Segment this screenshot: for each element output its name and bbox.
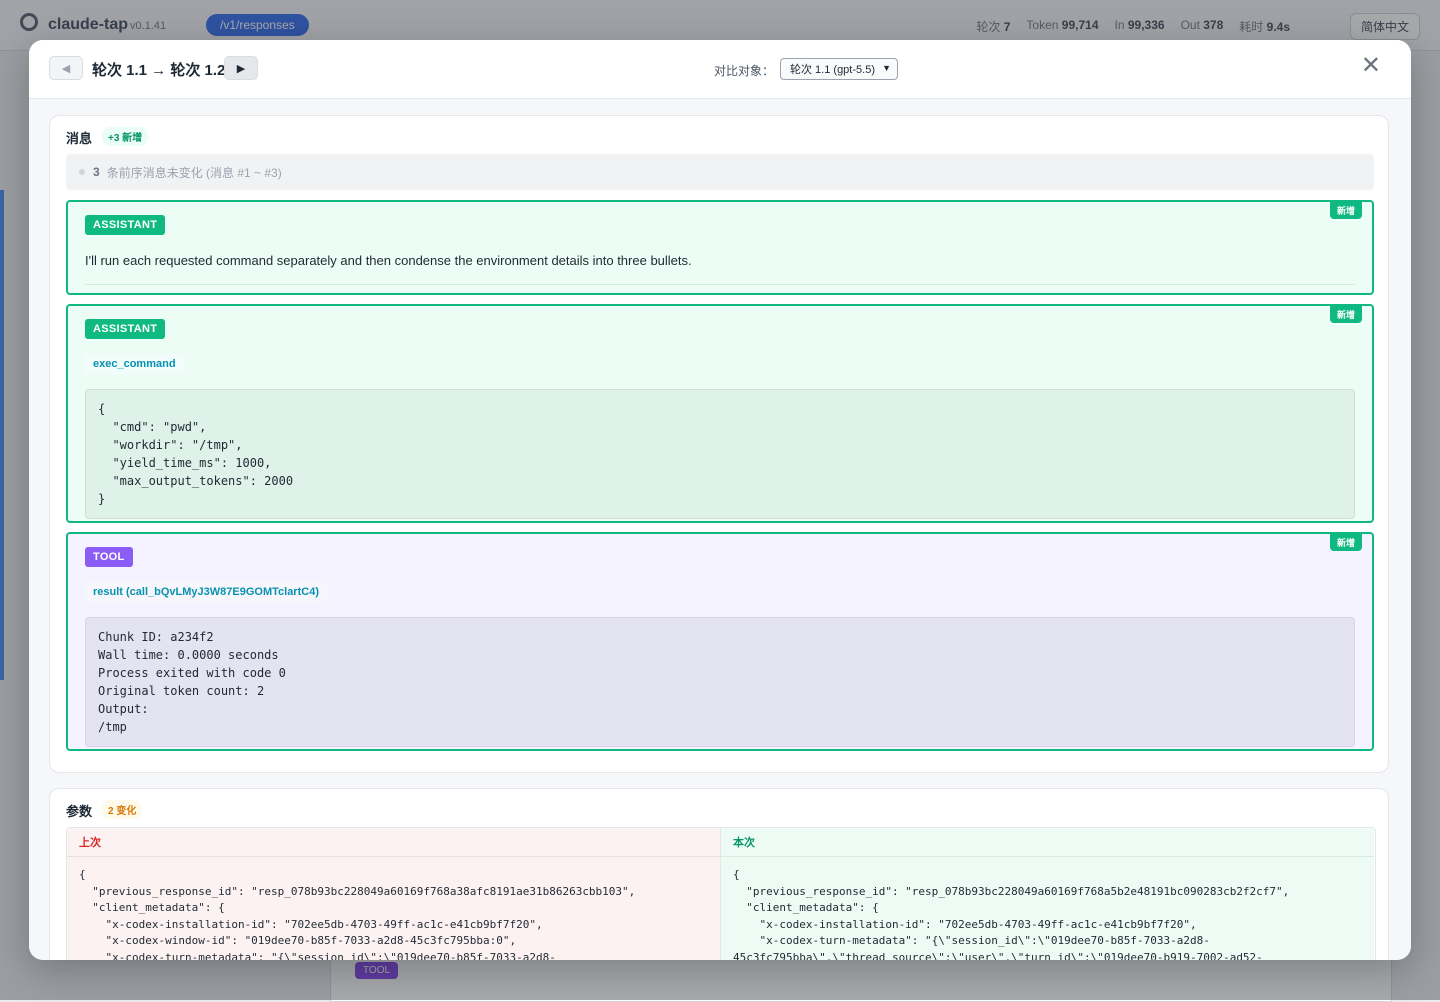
modal-header: ◀ 轮次 1.1 → 轮次 1.2 ▶ 对比对象： 轮次 1.1 (gpt-5.… — [29, 40, 1411, 99]
params-changed-badge: 2 变化 — [102, 800, 143, 819]
role-chip: ASSISTANT — [85, 319, 166, 339]
message-card: 新增 ASSISTANT I'll run each requested com… — [66, 200, 1374, 295]
diff-current-label: 本次 — [721, 828, 1374, 857]
diff-current-column: 本次 { "previous_response_id": "resp_078b9… — [721, 828, 1374, 960]
diff-previous-label: 上次 — [67, 828, 720, 857]
prev-round-button[interactable]: ◀ — [49, 56, 83, 80]
params-diff: 上次 { "previous_response_id": "resp_078b9… — [66, 827, 1376, 960]
params-title: 参数 — [66, 804, 93, 819]
collapsed-messages-row[interactable]: 3 条前序消息未变化 (消息 #1 ~ #3) — [66, 154, 1374, 190]
chevron-down-icon: ▼ — [882, 63, 891, 73]
close-icon[interactable]: ✕ — [1361, 54, 1381, 78]
message-text: I'll run each requested command separate… — [85, 253, 692, 268]
message-card: 新增 ASSISTANT exec_command { "cmd": "pwd"… — [66, 304, 1374, 523]
divider — [85, 284, 1355, 285]
bullet-icon — [79, 169, 85, 175]
function-name-chip: exec_command — [85, 354, 184, 374]
messages-added-badge: +3 新增 — [102, 127, 149, 146]
compare-select[interactable]: 轮次 1.1 (gpt-5.5) ▼ — [780, 58, 898, 80]
function-arguments-code: { "cmd": "pwd", "workdir": "/tmp", "yiel… — [85, 389, 1355, 519]
diff-modal: ◀ 轮次 1.1 → 轮次 1.2 ▶ 对比对象： 轮次 1.1 (gpt-5.… — [29, 40, 1411, 960]
modal-body[interactable]: 消息 +3 新增 3 条前序消息未变化 (消息 #1 ~ #3) 新增 ASSI… — [29, 99, 1411, 960]
compare-select-value: 轮次 1.1 (gpt-5.5) — [790, 64, 875, 76]
tool-output-code: Chunk ID: a234f2 Wall time: 0.0000 secon… — [85, 617, 1355, 747]
params-section: 参数 2 变化 上次 { "previous_response_id": "re… — [49, 788, 1389, 960]
collapsed-count: 3 — [93, 165, 100, 179]
function-result-chip: result (call_bQvLMyJ3W87E9GOMTclartC4) — [85, 582, 327, 602]
new-tag: 新增 — [1329, 534, 1362, 551]
diff-previous-column: 上次 { "previous_response_id": "resp_078b9… — [67, 828, 721, 960]
message-card: 新增 TOOL result (call_bQvLMyJ3W87E9GOMTcl… — [66, 532, 1374, 751]
collapsed-text: 条前序消息未变化 (消息 #1 ~ #3) — [106, 165, 282, 180]
next-round-button[interactable]: ▶ — [224, 56, 258, 80]
round-title: 轮次 1.1 → 轮次 1.2 — [92, 62, 226, 79]
new-tag: 新增 — [1329, 306, 1362, 323]
diff-current-code: { "previous_response_id": "resp_078b93bc… — [733, 868, 1290, 960]
messages-section: 消息 +3 新增 3 条前序消息未变化 (消息 #1 ~ #3) 新增 ASSI… — [49, 115, 1389, 773]
diff-previous-code: { "previous_response_id": "resp_078b93bc… — [79, 868, 636, 960]
compare-label: 对比对象： — [714, 64, 775, 78]
messages-title: 消息 — [66, 131, 93, 146]
new-tag: 新增 — [1329, 202, 1362, 219]
role-chip: TOOL — [85, 547, 133, 567]
role-chip: ASSISTANT — [85, 215, 166, 235]
